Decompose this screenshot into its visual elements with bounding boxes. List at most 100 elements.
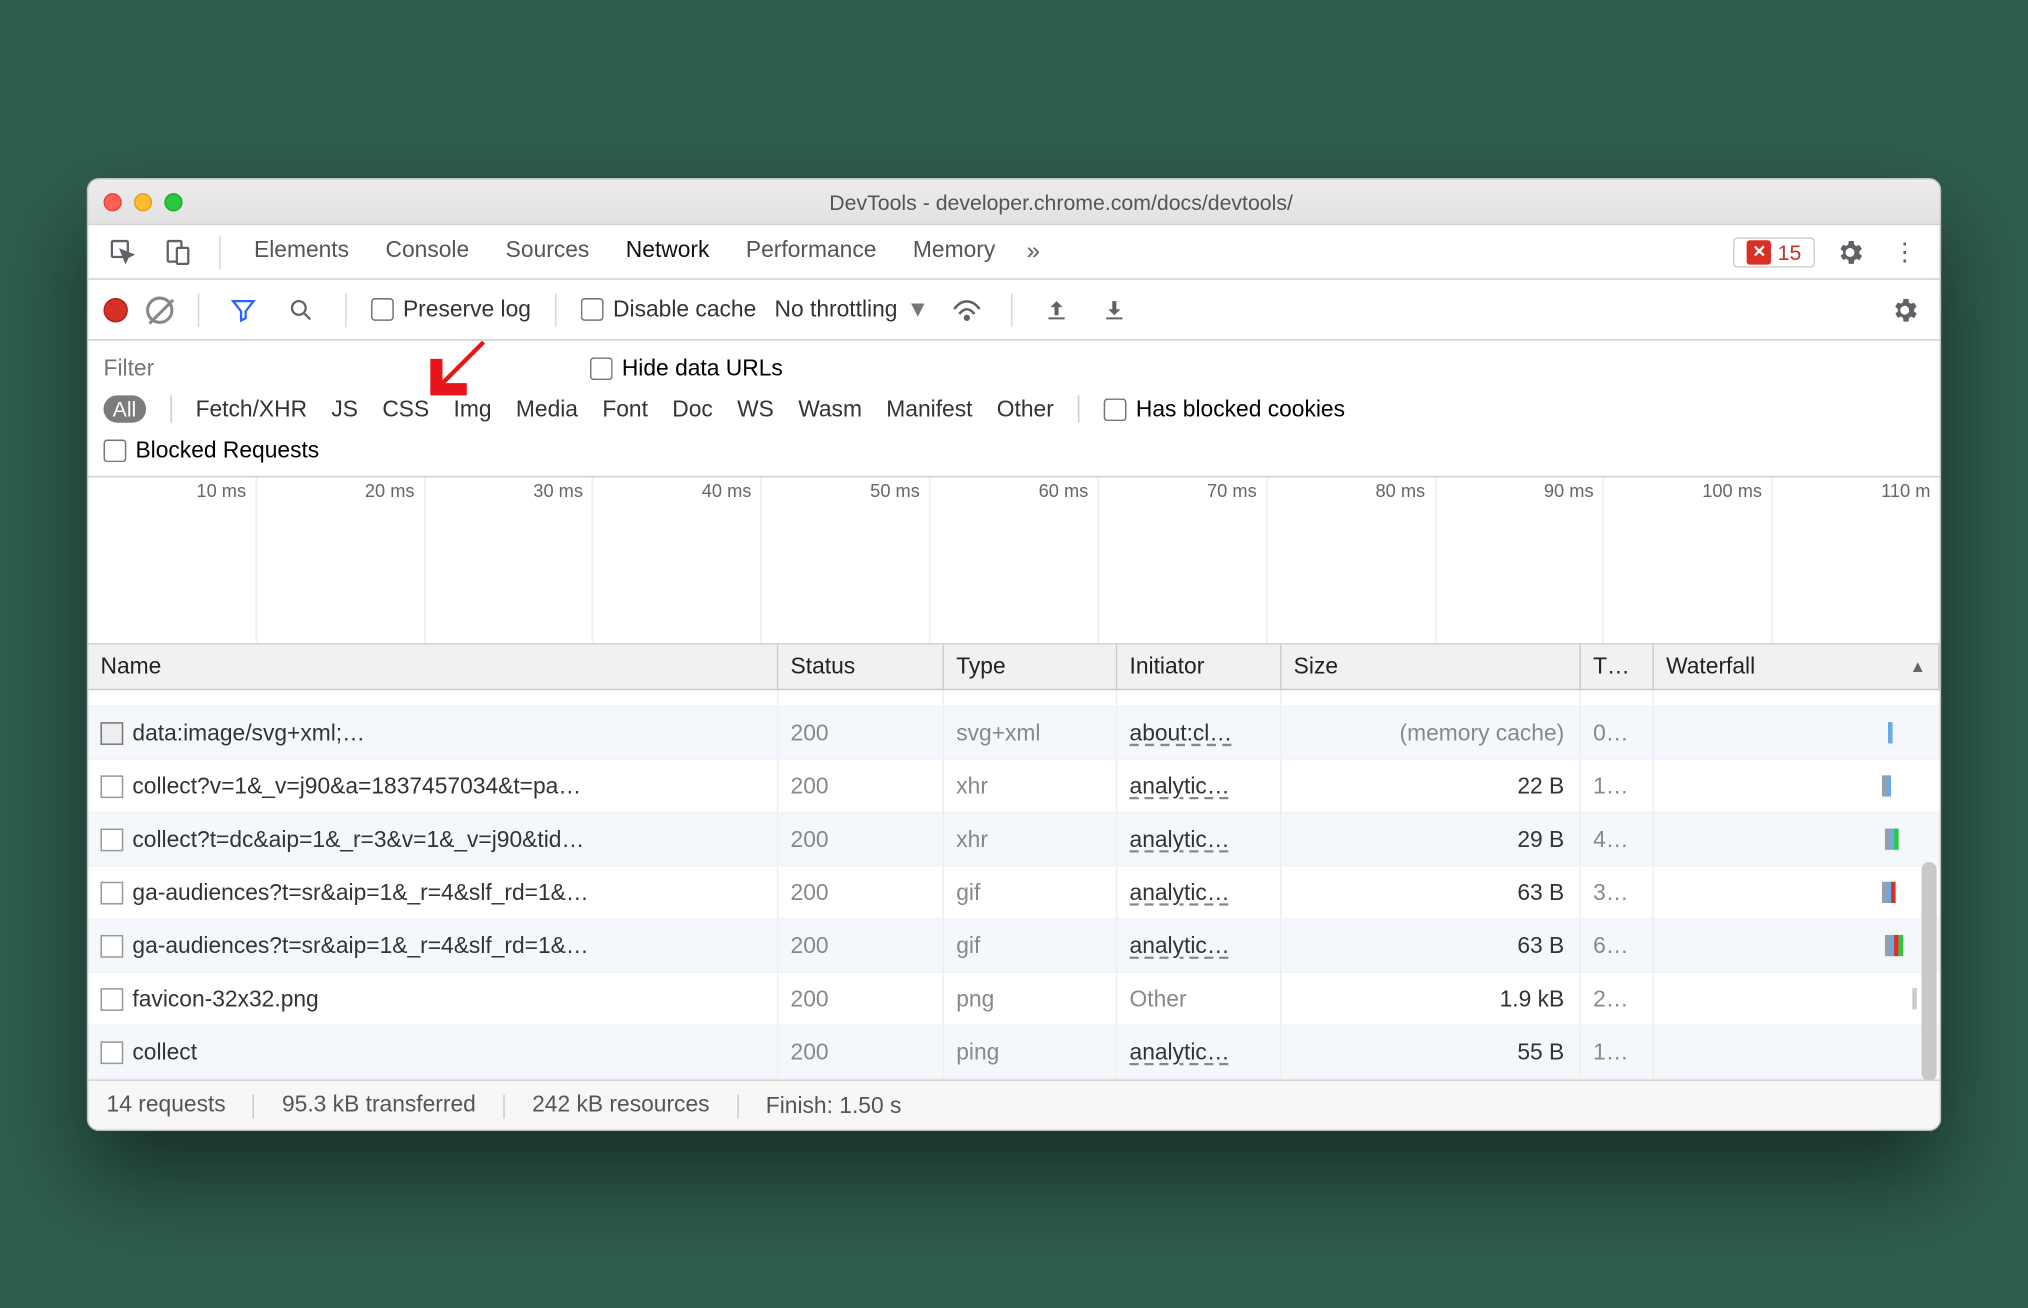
request-time: 3… — [1581, 866, 1654, 919]
request-name[interactable]: collect?t=dc&aip=1&_r=3&v=1&_v=j90&tid… — [88, 813, 778, 866]
filter-chip-js[interactable]: JS — [331, 396, 358, 422]
col-time[interactable]: T… — [1581, 644, 1654, 690]
divider — [345, 292, 347, 325]
settings-gear-icon[interactable] — [1830, 231, 1870, 271]
request-name[interactable]: ga-audiences?t=sr&aip=1&_r=4&slf_rd=1&… — [88, 919, 778, 972]
timeline-tick: 110 m — [1881, 480, 1930, 501]
network-settings-gear-icon[interactable] — [1885, 289, 1925, 329]
timeline-tick: 20 ms — [365, 480, 415, 501]
request-waterfall — [1654, 1026, 1940, 1079]
tab-performance[interactable]: Performance — [743, 231, 880, 272]
window-close-button[interactable] — [104, 192, 122, 210]
scroll-thumb[interactable] — [1921, 862, 1936, 1081]
col-size[interactable]: Size — [1282, 644, 1581, 690]
tab-elements[interactable]: Elements — [251, 231, 352, 272]
divider — [219, 234, 221, 267]
devtools-window: DevTools - developer.chrome.com/docs/dev… — [87, 177, 1941, 1130]
timeline-tick: 80 ms — [1375, 480, 1425, 501]
col-waterfall[interactable]: Waterfall — [1654, 644, 1940, 690]
tab-console[interactable]: Console — [382, 231, 472, 272]
file-icon — [100, 1040, 123, 1063]
request-name[interactable]: data:image/svg+xml;… — [88, 706, 778, 759]
export-har-icon[interactable] — [1095, 289, 1135, 329]
blocked-requests-checkbox[interactable]: Blocked Requests — [104, 437, 1925, 463]
preserve-log-checkbox[interactable]: Preserve log — [371, 296, 531, 322]
request-waterfall — [1654, 972, 1940, 1025]
requests-table: NameStatusTypeInitiatorSizeT…Waterfall da… — [88, 644, 1939, 1080]
filter-funnel-icon[interactable] — [224, 289, 264, 329]
timeline-overview[interactable]: 10 ms20 ms30 ms40 ms50 ms60 ms70 ms80 ms… — [88, 477, 1939, 644]
filter-chip-font[interactable]: Font — [602, 396, 648, 422]
clear-button[interactable] — [146, 295, 173, 322]
filter-chip-all[interactable]: All — [104, 395, 146, 422]
window-maximize-button[interactable] — [164, 192, 182, 210]
tab-network[interactable]: Network — [623, 231, 713, 272]
request-status: 200 — [778, 706, 944, 759]
import-har-icon[interactable] — [1037, 289, 1077, 329]
hide-data-urls-label: Hide data URLs — [622, 355, 783, 381]
status-finish: Finish: 1.50 s — [766, 1092, 902, 1118]
request-type: svg+xml — [944, 706, 1117, 759]
throttling-dropdown[interactable]: No throttling ▼ — [775, 296, 930, 322]
request-size: 63 B — [1282, 919, 1581, 972]
disable-cache-checkbox[interactable]: Disable cache — [581, 296, 756, 322]
tab-memory[interactable]: Memory — [910, 231, 998, 272]
window-minimize-button[interactable] — [134, 192, 152, 210]
request-initiator[interactable]: analytic… — [1117, 760, 1281, 813]
timeline-tick: 50 ms — [870, 480, 920, 501]
request-initiator[interactable]: analytic… — [1117, 1026, 1281, 1079]
scrollbar[interactable] — [1921, 690, 1936, 1081]
filter-chip-fetch-xhr[interactable]: Fetch/XHR — [196, 396, 308, 422]
file-icon — [100, 827, 123, 850]
request-size: (memory cache) — [1282, 706, 1581, 759]
col-status[interactable]: Status — [778, 644, 944, 690]
request-initiator[interactable]: about:cl… — [1117, 706, 1281, 759]
request-waterfall — [1654, 760, 1940, 813]
filter-chip-other[interactable]: Other — [997, 396, 1054, 422]
request-name[interactable]: collect — [88, 1026, 778, 1079]
request-initiator[interactable]: analytic… — [1117, 866, 1281, 919]
has-blocked-cookies-checkbox[interactable]: Has blocked cookies — [1104, 396, 1345, 422]
search-icon[interactable] — [281, 289, 321, 329]
filter-chip-wasm[interactable]: Wasm — [798, 396, 862, 422]
kebab-menu-icon[interactable]: ⋮ — [1885, 231, 1925, 271]
request-time: 1… — [1581, 760, 1654, 813]
more-tabs-chevron-icon[interactable]: » — [1014, 231, 1054, 271]
filter-chip-doc[interactable]: Doc — [672, 396, 713, 422]
request-time: 6… — [1581, 919, 1654, 972]
request-initiator[interactable]: analytic… — [1117, 813, 1281, 866]
filter-chip-manifest[interactable]: Manifest — [886, 396, 972, 422]
request-status: 200 — [778, 760, 944, 813]
timeline-tick: 100 ms — [1702, 480, 1762, 501]
record-button[interactable] — [104, 297, 128, 321]
request-name[interactable]: favicon-32x32.png — [88, 972, 778, 1025]
request-status: 200 — [778, 813, 944, 866]
filter-chip-css[interactable]: CSS — [382, 396, 429, 422]
request-type: xhr — [944, 813, 1117, 866]
request-time: 4… — [1581, 813, 1654, 866]
error-count-badge[interactable]: ✕ 15 — [1734, 236, 1815, 266]
has-blocked-cookies-label: Has blocked cookies — [1136, 396, 1345, 422]
divider — [1011, 292, 1013, 325]
filter-chip-media[interactable]: Media — [516, 396, 578, 422]
hide-data-urls-checkbox[interactable]: Hide data URLs — [590, 355, 783, 381]
tab-sources[interactable]: Sources — [503, 231, 593, 272]
col-type[interactable]: Type — [944, 644, 1117, 690]
col-initiator[interactable]: Initiator — [1117, 644, 1281, 690]
filter-input[interactable] — [104, 349, 499, 385]
inspect-element-icon[interactable] — [104, 231, 144, 271]
network-conditions-icon[interactable] — [947, 289, 987, 329]
error-x-icon: ✕ — [1747, 239, 1771, 263]
request-initiator[interactable]: analytic… — [1117, 919, 1281, 972]
request-waterfall — [1654, 866, 1940, 919]
filter-chip-img[interactable]: Img — [454, 396, 492, 422]
request-time: 2… — [1581, 972, 1654, 1025]
file-icon — [100, 987, 123, 1010]
device-mode-icon[interactable] — [158, 231, 198, 271]
request-initiator: Other — [1117, 972, 1281, 1025]
preserve-log-label: Preserve log — [403, 296, 531, 322]
filter-chip-ws[interactable]: WS — [737, 396, 774, 422]
request-name[interactable]: collect?v=1&_v=j90&a=1837457034&t=pa… — [88, 760, 778, 813]
col-name[interactable]: Name — [88, 644, 778, 690]
request-name[interactable]: ga-audiences?t=sr&aip=1&_r=4&slf_rd=1&… — [88, 866, 778, 919]
